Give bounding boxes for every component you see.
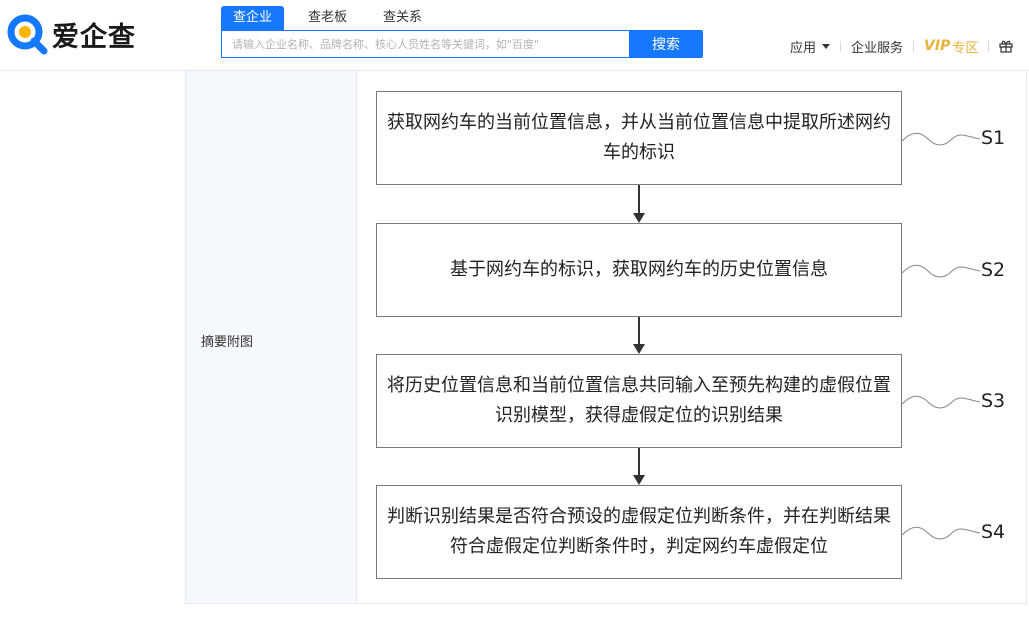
leader-line xyxy=(901,526,981,540)
logo[interactable]: 爱企查 xyxy=(6,12,136,56)
leader-line xyxy=(901,395,981,409)
logo-text: 爱企查 xyxy=(52,21,136,53)
gift-link[interactable] xyxy=(999,39,1013,53)
nav-divider xyxy=(988,40,990,52)
nav-divider xyxy=(840,40,842,52)
step-label-s4: S4 xyxy=(981,521,1006,543)
flow-step-s4: 判断识别结果是否符合预设的虚假定位判断条件，并在判断结果符合虚假定位判断条件时，… xyxy=(376,485,902,579)
vip-zone-link[interactable]: VIP 专区 xyxy=(924,37,978,56)
search-box xyxy=(221,30,629,58)
enterprise-service-link[interactable]: 企业服务 xyxy=(851,37,903,56)
vip-sub-label: 专区 xyxy=(952,40,979,56)
row-label: 摘要附图 xyxy=(201,335,254,350)
header-nav: 应用 企业服务 VIP 专区 xyxy=(790,36,1013,56)
gift-icon xyxy=(999,40,1013,53)
leader-line xyxy=(901,264,981,278)
flow-arrow xyxy=(633,317,645,354)
search-button[interactable]: 搜索 xyxy=(629,30,703,58)
aiqicha-logo-icon xyxy=(7,14,48,55)
flow-step-s2: 基于网约车的标识，获取网约车的历史位置信息 xyxy=(376,223,902,317)
search-input[interactable] xyxy=(222,31,629,57)
tab-boss[interactable]: 查老板 xyxy=(296,6,359,30)
abstract-figure: 获取网约车的当前位置信息，并从当前位置信息中提取所述网约车的标识 基于网约车的标… xyxy=(357,71,1026,603)
abstract-figure-row: 摘要附图 获取网约车的当前位置信息，并从当前位置信息中提取所述网约车的标识 基于… xyxy=(185,70,1027,604)
step-label-s1: S1 xyxy=(981,127,1006,149)
step-label-s3: S3 xyxy=(981,390,1006,412)
nav-divider xyxy=(913,40,915,52)
vip-label: VIP xyxy=(924,38,951,54)
apps-label: 应用 xyxy=(790,40,817,56)
flow-step-s1: 获取网约车的当前位置信息，并从当前位置信息中提取所述网约车的标识 xyxy=(376,91,902,185)
leader-line xyxy=(901,132,981,146)
flow-step-s3: 将历史位置信息和当前位置信息共同输入至预先构建的虚假位置识别模型，获得虚假定位的… xyxy=(376,354,902,448)
caret-down-icon xyxy=(822,44,831,49)
row-label-cell: 摘要附图 xyxy=(186,71,357,603)
search-type-tabs: 查企业 查老板 查关系 xyxy=(221,6,434,30)
tab-company[interactable]: 查企业 xyxy=(221,6,285,30)
flow-arrow xyxy=(633,448,645,485)
tab-relation[interactable]: 查关系 xyxy=(371,6,434,30)
flow-arrow xyxy=(633,185,645,223)
top-header: 爱企查 查企业 查老板 查关系 搜索 应用 企业服务 VIP 专区 xyxy=(0,0,1029,71)
step-label-s2: S2 xyxy=(981,259,1006,281)
apps-menu[interactable]: 应用 xyxy=(790,37,831,56)
